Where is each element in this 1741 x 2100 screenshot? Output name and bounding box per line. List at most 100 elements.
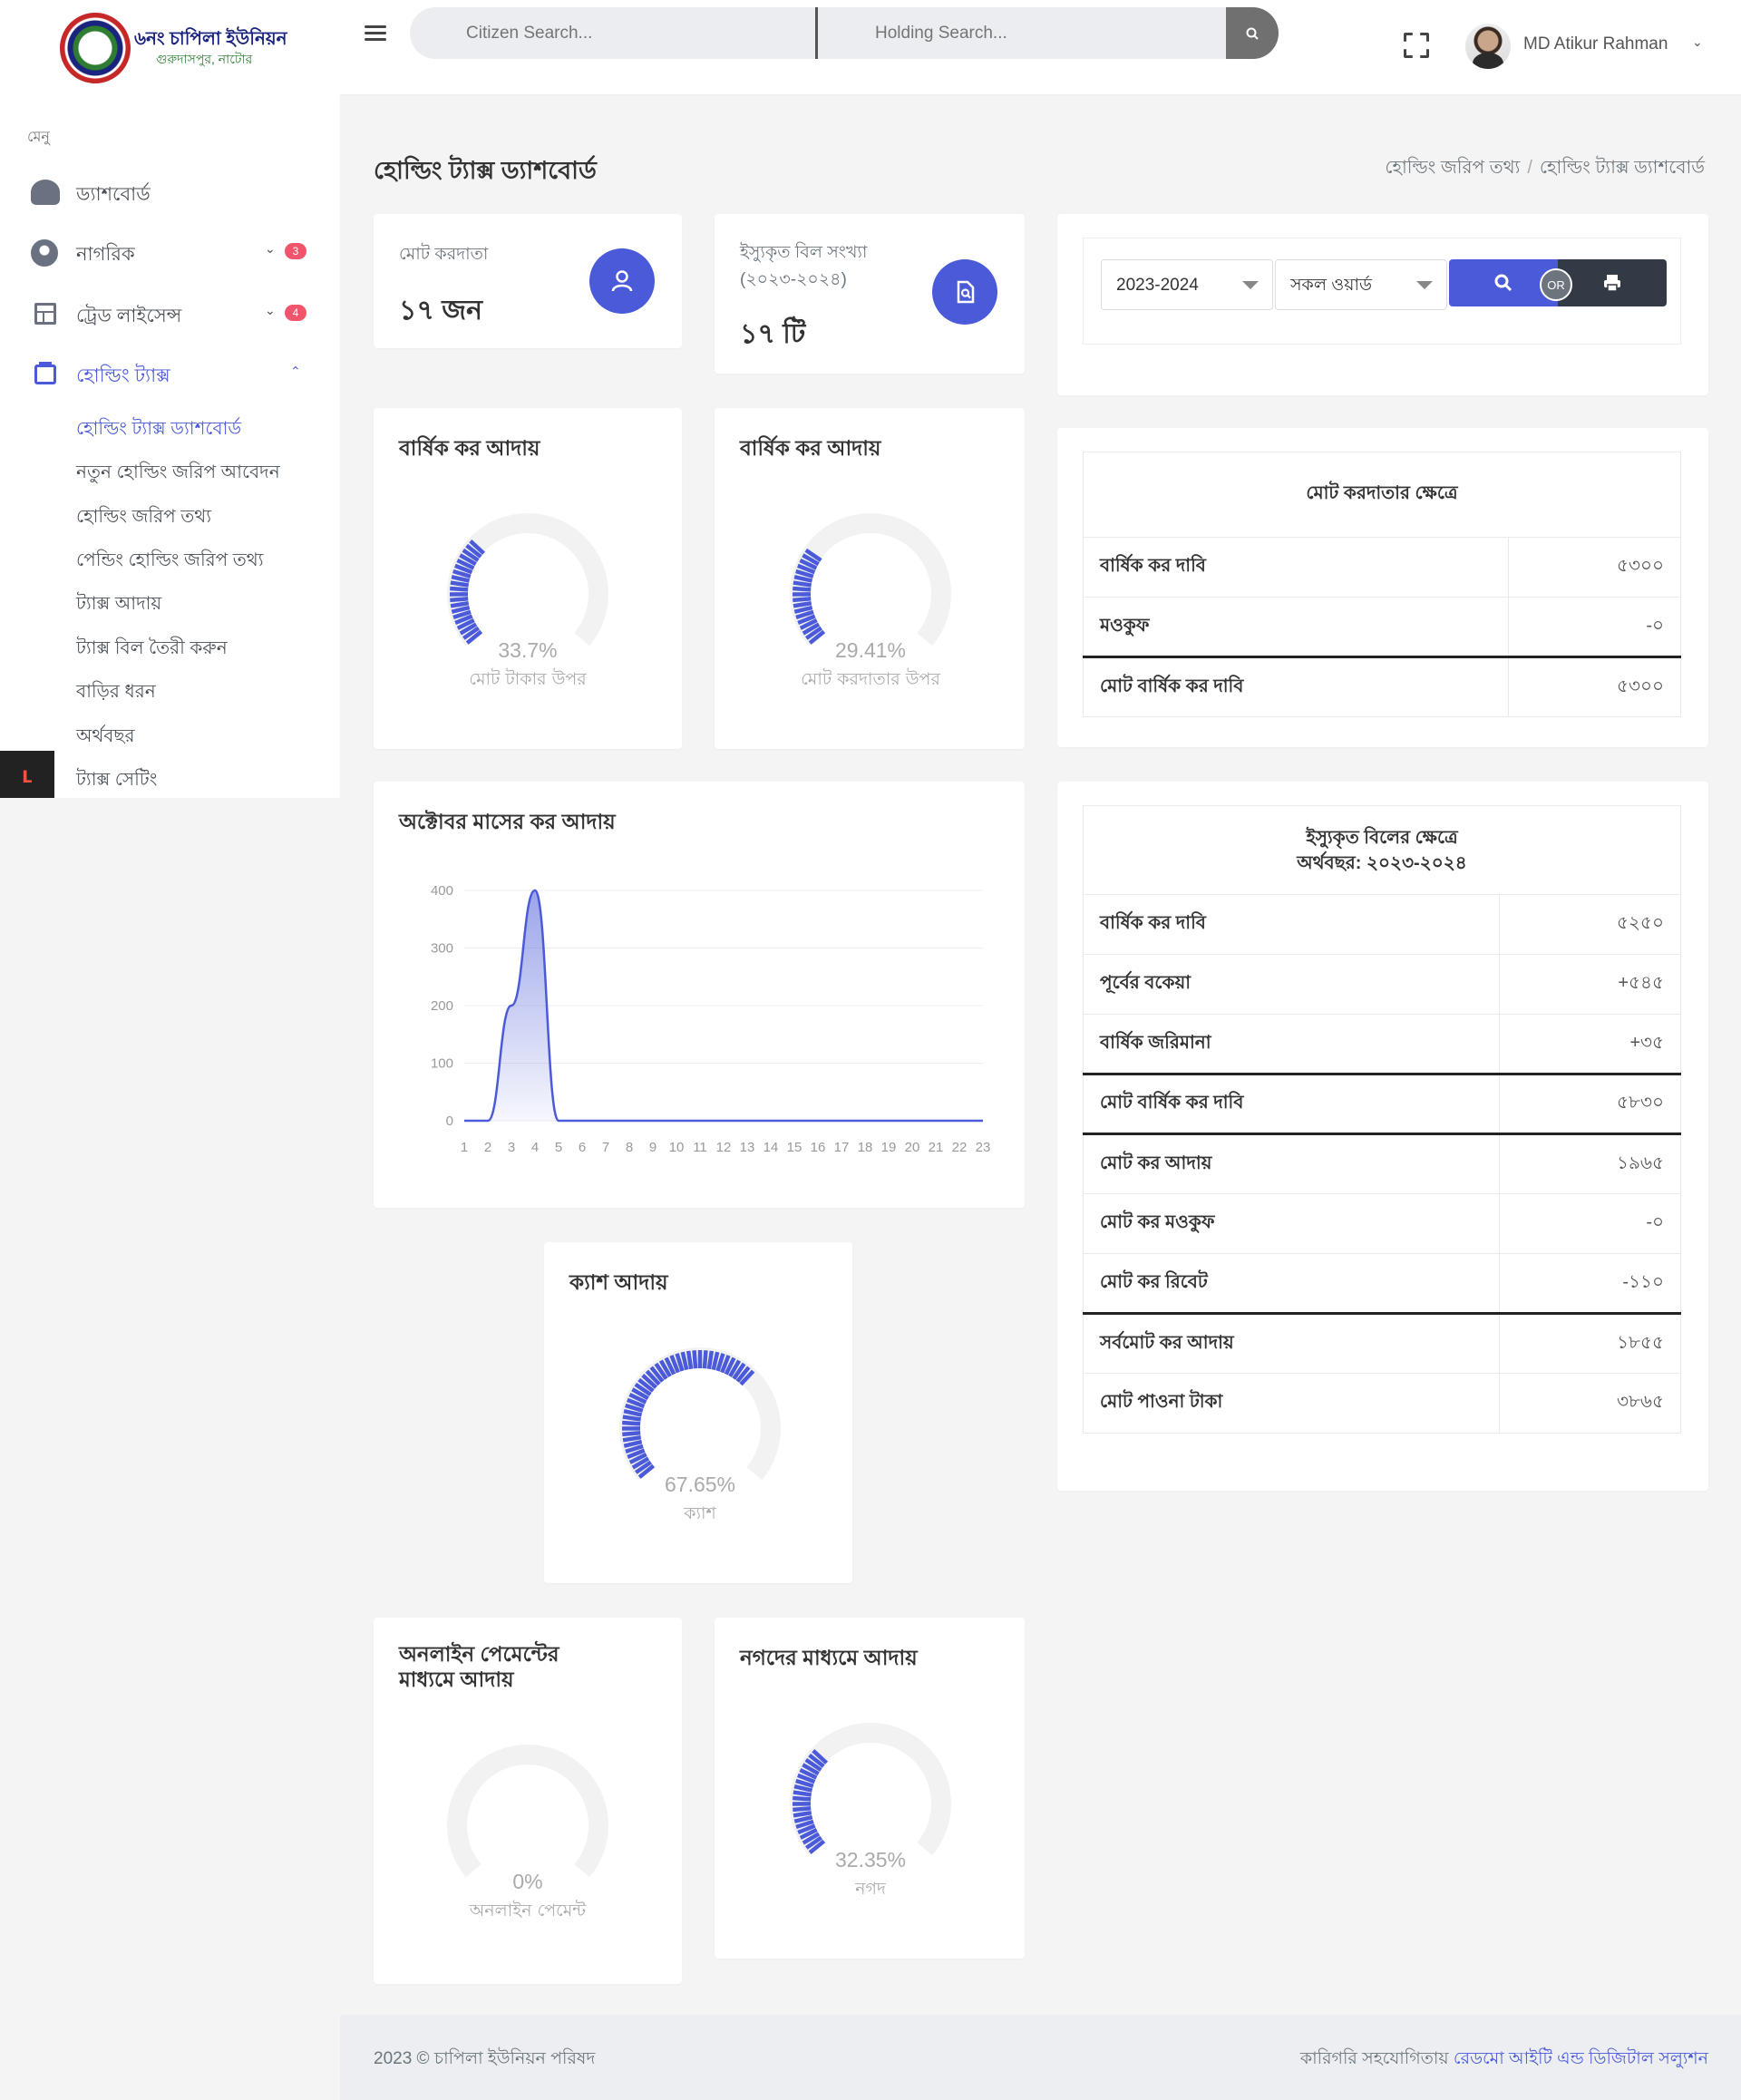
x-tick-label: 6 [579,1140,586,1155]
x-tick-label: 9 [649,1140,657,1155]
chevron-down-icon: ⌄ [265,303,276,317]
y-tick-label: 400 [431,883,453,899]
holding-search-input[interactable] [821,7,1279,59]
gauge-track [790,513,951,647]
table-row: মোট পাওনা টাকা ৩৮৬৫ [1083,1373,1681,1434]
table-row: বার্ষিক জরিমানা +৩৫ [1083,1014,1681,1075]
sidebar-item-dashboard[interactable]: ড্যাশবোর্ড [0,169,340,214]
x-tick-label: 14 [764,1140,779,1155]
search-bar [410,7,1279,59]
card-title: নগদের মাধ্যমে আদায় [740,1646,918,1669]
y-tick-label: 100 [431,1056,453,1072]
chevron-up-icon: ⌄ [290,364,301,378]
gauge-segment [622,1420,641,1426]
gauge-percent: 0% [512,1870,542,1893]
annual-collection-taxpayer-gauge-card: বার্ষিক কর আদায় 29.41% মোট করদাতার উপর [715,408,1025,749]
notification-badge: 3 [285,243,306,259]
laravel-icon[interactable]: ʟ [0,751,54,798]
card-title: বার্ষিক কর আদায় [740,436,881,460]
x-tick-label: 17 [834,1140,850,1155]
online-payment-gauge: 0% অনলাইন পেমেন্ট [447,1745,608,1920]
x-tick-label: 2 [484,1140,491,1155]
cash-collection-gauge: 67.65% ক্যাশ [619,1347,781,1523]
gauge-segment [686,1350,694,1370]
x-tick-label: 3 [508,1140,515,1155]
submenu-item-survey-info[interactable]: হোল্ডিং জরিপ তথ্য [76,503,211,533]
total-taxpayer-summary-card: মোট করদাতার ক্ষেত্রে বার্ষিক কর দাবি ৫৩০০… [1057,428,1708,747]
gauge-percent: 67.65% [665,1473,735,1496]
brand-location: গুরুদাসপুর, নাটোর [156,52,253,66]
archive-icon [34,365,56,384]
x-tick-label: 10 [669,1140,685,1155]
breadcrumb-link[interactable]: হোল্ডিং জরিপ তথ্য [1385,158,1520,178]
gauge-segment [793,1795,812,1802]
page-title: হোল্ডিং ট্যাক্স ড্যাশবোর্ড [374,157,597,184]
submenu-item-create-bill[interactable]: ট্যাক্স বিল তৈরী করুন [76,635,228,665]
search-button[interactable] [1226,7,1279,59]
gauge-segment [793,1790,812,1797]
breadcrumb-current: হোল্ডিং ট্যাক্স ড্যাশবোর্ড [1539,158,1705,178]
table-title: ইস্যুকৃত বিলের ক্ষেত্রে অর্থবছর: ২০২৩-২০২… [1083,805,1681,895]
x-tick-label: 16 [811,1140,826,1155]
search-icon [1494,274,1512,292]
footer-copyright: 2023 © চাপিলা ইউনিয়ন পরিষদ [374,2049,596,2068]
user-avatar[interactable] [1465,24,1511,69]
gauge-caption: অনলাইন পেমেন্ট [469,1900,588,1920]
submenu-item-house-type[interactable]: বাড়ির ধরন [76,678,156,708]
sidebar-item-citizen[interactable]: নাগরিক ⌄ 3 [0,228,340,274]
footer-credit-link[interactable]: রেডমো আইটি এন্ড ডিজিটাল সল্যুশন [1454,2049,1708,2068]
gauge-percent: 29.41% [835,638,906,662]
nogod-payment-gauge-card: নগদের মাধ্যমে আদায় 32.35% নগদ [715,1618,1025,1959]
chevron-down-icon: ⌄ [265,241,276,256]
gauge-caption: মোট টাকার উপর [469,668,587,689]
submenu-item-new-survey[interactable]: নতুন হোল্ডিং জরিপ আবেদন [76,459,280,489]
menu-heading: মেনু [27,130,50,145]
x-tick-label: 22 [952,1140,968,1155]
hamburger-menu-icon[interactable] [365,22,386,44]
card-title: বার্ষিক কর আদায় [399,436,540,460]
submenu-item-tax-setting[interactable]: ট্যাক্স সেটিং [76,766,157,796]
submenu-item-tax-collection[interactable]: ট্যাক্স আদায় [76,590,161,620]
y-tick-label: 200 [431,998,453,1014]
gauge-segment [450,597,469,603]
caret-down-icon [1416,281,1433,289]
print-button[interactable] [1558,259,1667,306]
x-tick-label: 23 [976,1140,991,1155]
x-tick-label: 1 [461,1140,468,1155]
submenu-item-fiscal-year[interactable]: অর্থবছর [76,723,135,753]
table-row: মওকুফ -০ [1083,597,1681,658]
gauge-caption: নগদ [854,1879,887,1899]
table-title: মোট করদাতার ক্ষেত্রে [1083,452,1681,538]
x-tick-label: 4 [531,1140,539,1155]
x-tick-label: 18 [858,1140,873,1155]
card-title: ক্যাশ আদায় [569,1270,668,1294]
stat-value: ১৭ টি [740,319,806,349]
issued-summary-table: ইস্যুকৃত বিলের ক্ষেত্রে অর্থবছর: ২০২৩-২০২… [1083,805,1681,1434]
card-title: অনলাইন পেমেন্টের মাধ্যমে আদায় [399,1642,559,1691]
gauge-segment [793,586,812,592]
x-tick-label: 12 [716,1140,732,1155]
breadcrumb-separator: / [1527,158,1532,178]
search-icon [1246,27,1259,40]
sidebar-item-trade-license[interactable]: ট্রেড লাইসেন্স ⌄ 4 [0,290,340,335]
union-logo[interactable] [60,13,131,83]
submenu-item-pending-survey[interactable]: পেন্ডিং হোল্ডিং জরিপ তথ্য [76,547,264,577]
y-tick-label: 0 [446,1113,453,1129]
gauge-segment [450,580,470,588]
october-collection-chart: 01002003004001 2 3 4 5 6 7 8 9 10 11 12 13 14 15 16 17 18… [431,883,991,1155]
filter-card: 2023-2024 সকল ওয়ার্ড OR [1057,214,1708,395]
footer-credit: কারিগরি সহযোগিতায় রেডমো আইটি এন্ড ডিজিট… [1299,2049,1708,2068]
nogod-payment-gauge: 32.35% নগদ [790,1723,951,1899]
user-name[interactable]: MD Atikur Rahman [1523,34,1668,54]
chevron-down-icon[interactable]: ⌄ [1692,34,1703,50]
submenu-item-holding-dashboard[interactable]: হোল্ডিং ট্যাক্স ড্যাশবোর্ড [76,415,241,445]
citizen-search-input[interactable] [410,7,818,59]
fullscreen-icon[interactable] [1404,33,1429,58]
table-row: মোট বার্ষিক কর দাবি ৫৩০০ [1083,656,1681,717]
table-row: মোট বার্ষিক কর দাবি ৫৮৩০ [1083,1074,1681,1135]
gauge-track [447,1745,608,1878]
speedometer-icon [31,180,60,205]
gauge-track [790,1723,951,1856]
sidebar-item-label: ড্যাশবোর্ড [76,184,151,205]
sidebar-item-holding-tax[interactable]: হোল্ডিং ট্যাক্স ⌄ [0,350,340,395]
